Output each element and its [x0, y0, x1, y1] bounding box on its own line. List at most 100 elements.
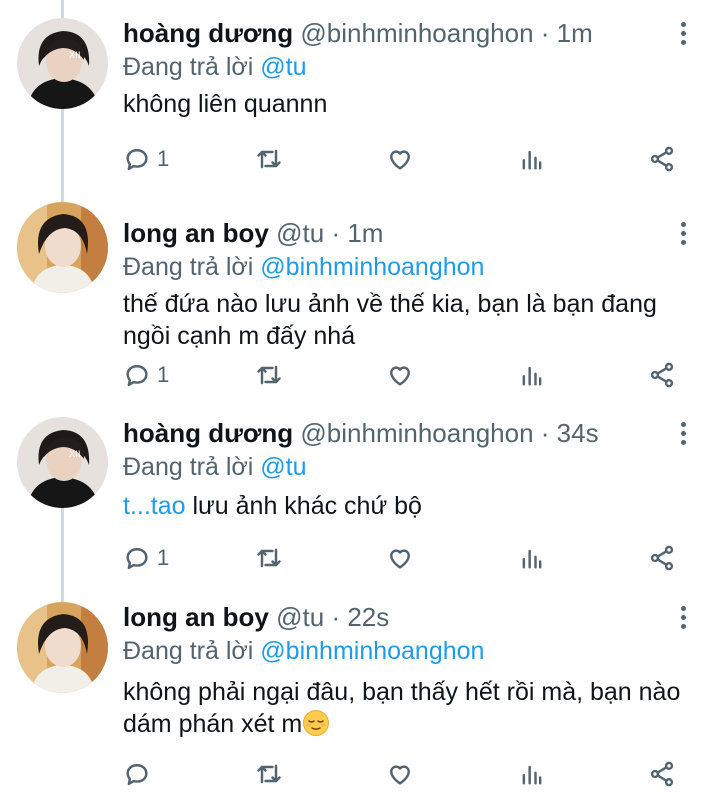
reply-icon [126, 365, 148, 387]
tweet-actions [123, 757, 703, 791]
hoang-duong-avatar: XII [17, 417, 108, 508]
stats-button[interactable] [518, 142, 546, 176]
tweet-text: thế đứa nào lưu ảnh về thế kia, bạn là b… [123, 288, 703, 352]
timestamp[interactable]: · 22s [331, 602, 389, 632]
share-button[interactable] [648, 757, 676, 791]
replying-to: Đang trả lời @tu [123, 451, 307, 483]
replying-to: Đang trả lời @tu [123, 51, 307, 83]
reply-to-mention[interactable]: @binhminhoanghon [260, 637, 484, 665]
tweet[interactable]: long an boy @tu · 22s Đang trả lời @binh… [0, 584, 720, 798]
tweet-text: không phải ngại đâu, bạn thấy hết rồi mà… [123, 676, 703, 740]
svg-text:XII: XII [69, 51, 80, 61]
tweet-text-link[interactable]: t...tao [123, 492, 186, 520]
reply-button[interactable]: 1 [123, 358, 169, 392]
retweet-icon [257, 149, 281, 169]
long-an-boy-avatar [17, 602, 108, 693]
more-options-icon[interactable] [676, 606, 690, 634]
like-button[interactable] [386, 142, 414, 176]
tweet[interactable]: long an boy @tu · 1m Đang trả lời @binhm… [0, 200, 720, 416]
tweet-text-body: thế đứa nào lưu ảnh về thế kia, bạn là b… [123, 290, 657, 350]
reply-to-mention[interactable]: @tu [260, 453, 306, 481]
reply-count: 1 [157, 146, 170, 171]
timestamp[interactable]: · 1m [541, 18, 593, 48]
display-name[interactable]: long an boy [123, 602, 269, 632]
heart-icon [390, 765, 410, 785]
tweet[interactable]: XII hoàng dương @binhminhoanghon · 1m Đa… [0, 0, 720, 200]
retweet-button[interactable] [255, 358, 283, 392]
share-icon [650, 146, 674, 172]
handle[interactable]: @binhminhoanghon [300, 418, 533, 448]
stats-icon [522, 549, 542, 569]
retweet-button[interactable] [255, 541, 283, 575]
replying-to-label: Đang trả lời [123, 53, 254, 81]
timestamp[interactable]: · 1m [331, 218, 383, 248]
tweet-text-body: lưu ảnh khác chứ bộ [185, 492, 422, 520]
tweet-header: long an boy @tu · 22s [123, 600, 389, 634]
more-options-icon[interactable] [676, 22, 690, 50]
share-icon [650, 545, 674, 571]
tweet-header: hoàng dương @binhminhoanghon · 1m [123, 16, 593, 50]
reply-button[interactable]: 1 [123, 142, 169, 176]
more-options-icon[interactable] [676, 422, 690, 450]
share-button[interactable] [648, 541, 676, 575]
retweet-button[interactable] [255, 757, 283, 791]
reply-count: 1 [157, 545, 170, 570]
stats-button[interactable] [518, 757, 546, 791]
retweet-button[interactable] [255, 142, 283, 176]
long-an-boy-avatar [17, 202, 108, 293]
share-button[interactable] [648, 358, 676, 392]
more-options-icon[interactable] [676, 222, 690, 250]
reply-icon [126, 149, 148, 171]
tweet-text: không liên quannn [123, 88, 703, 120]
heart-icon [390, 549, 410, 569]
reply-icon [126, 548, 148, 570]
share-button[interactable] [648, 142, 676, 176]
svg-text:XII: XII [69, 450, 80, 460]
replying-to-label: Đang trả lời [123, 253, 254, 281]
replying-to: Đang trả lời @binhminhoanghon [123, 251, 484, 283]
avatar[interactable]: XII [17, 18, 108, 109]
like-button[interactable] [386, 541, 414, 575]
tweet-header: hoàng dương @binhminhoanghon · 34s [123, 416, 599, 450]
stats-icon [522, 150, 542, 170]
avatar[interactable] [17, 602, 108, 693]
reply-button[interactable] [123, 757, 157, 791]
stats-button[interactable] [518, 358, 546, 392]
timestamp[interactable]: · 34s [541, 418, 599, 448]
reply-icon [126, 764, 148, 786]
replying-to-label: Đang trả lời [123, 637, 254, 665]
hoang-duong-avatar: XII [17, 18, 108, 109]
heart-icon [390, 150, 410, 170]
reply-count: 1 [157, 362, 170, 387]
tweet-actions: 1 [123, 358, 703, 392]
display-name[interactable]: hoàng dương [123, 418, 293, 448]
handle[interactable]: @binhminhoanghon [300, 18, 533, 48]
stats-icon [522, 366, 542, 386]
replying-to: Đang trả lời @binhminhoanghon [123, 635, 484, 667]
tweet-actions: 1 [123, 541, 703, 575]
handle[interactable]: @tu [276, 218, 324, 248]
avatar[interactable]: XII [17, 417, 108, 508]
reply-button[interactable]: 1 [123, 541, 169, 575]
share-icon [650, 761, 674, 787]
heart-icon [390, 366, 410, 386]
like-button[interactable] [386, 757, 414, 791]
like-button[interactable] [386, 358, 414, 392]
stats-icon [522, 765, 542, 785]
display-name[interactable]: hoàng dương [123, 18, 293, 48]
tweet-text: t...tao lưu ảnh khác chứ bộ [123, 490, 703, 522]
display-name[interactable]: long an boy [123, 218, 269, 248]
replying-to-label: Đang trả lời [123, 453, 254, 481]
tweet-actions: 1 [123, 142, 703, 176]
relieved-face-emoji [303, 710, 330, 736]
tweet-header: long an boy @tu · 1m [123, 216, 383, 250]
retweet-icon [257, 764, 281, 784]
stats-button[interactable] [518, 541, 546, 575]
reply-to-mention[interactable]: @tu [260, 53, 306, 81]
tweet-text-body: không phải ngại đâu, bạn thấy hết rồi mà… [123, 678, 681, 738]
tweet[interactable]: XII hoàng dương @binhminhoanghon · 34s Đ… [0, 400, 720, 600]
avatar[interactable] [17, 202, 108, 293]
handle[interactable]: @tu [276, 602, 324, 632]
reply-to-mention[interactable]: @binhminhoanghon [260, 253, 484, 281]
retweet-icon [257, 548, 281, 568]
